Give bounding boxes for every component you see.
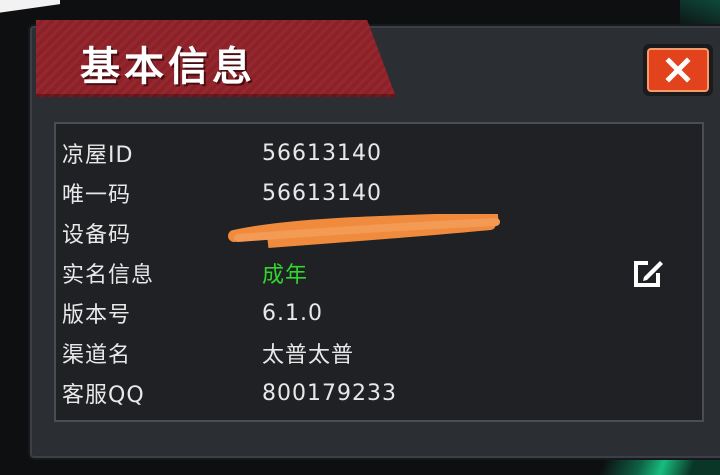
row-label: 渠道名 xyxy=(62,343,132,368)
row-value: 成年 xyxy=(262,263,309,288)
info-row-real-name: 实名信息 成年 xyxy=(62,253,662,293)
row-value: 800179233 xyxy=(262,380,397,406)
row-label: 凉屋ID xyxy=(62,143,134,168)
background-stripe xyxy=(0,0,60,14)
row-label: 实名信息 xyxy=(62,263,155,288)
redaction-scribble xyxy=(228,214,500,248)
info-row-unique-code: 唯一码 56613140 xyxy=(62,173,662,213)
row-value: 太普太普 xyxy=(262,343,355,368)
info-row-version: 版本号 6.1.0 xyxy=(62,293,662,333)
dialog-title: 基本信息 xyxy=(80,44,256,90)
row-label: 版本号 xyxy=(62,303,132,328)
row-value: 56613140 xyxy=(262,140,382,166)
info-row-liangwu-id: 凉屋ID 56613140 xyxy=(62,133,662,173)
edit-icon[interactable] xyxy=(630,255,666,291)
info-row-channel: 渠道名 太普太普 xyxy=(62,333,662,373)
row-value: 6.1.0 xyxy=(262,300,323,326)
row-value: 56613140 xyxy=(262,180,382,206)
close-button-face[interactable] xyxy=(647,48,709,92)
row-label: 唯一码 xyxy=(62,183,132,208)
info-row-support-qq: 客服QQ 800179233 xyxy=(62,373,662,413)
close-button[interactable] xyxy=(643,44,713,96)
close-icon xyxy=(665,57,691,83)
row-label: 客服QQ xyxy=(62,383,145,408)
game-screen: 基本信息 凉屋ID 56613140 唯一码 56613140 设备码 实名信息… xyxy=(0,0,720,475)
